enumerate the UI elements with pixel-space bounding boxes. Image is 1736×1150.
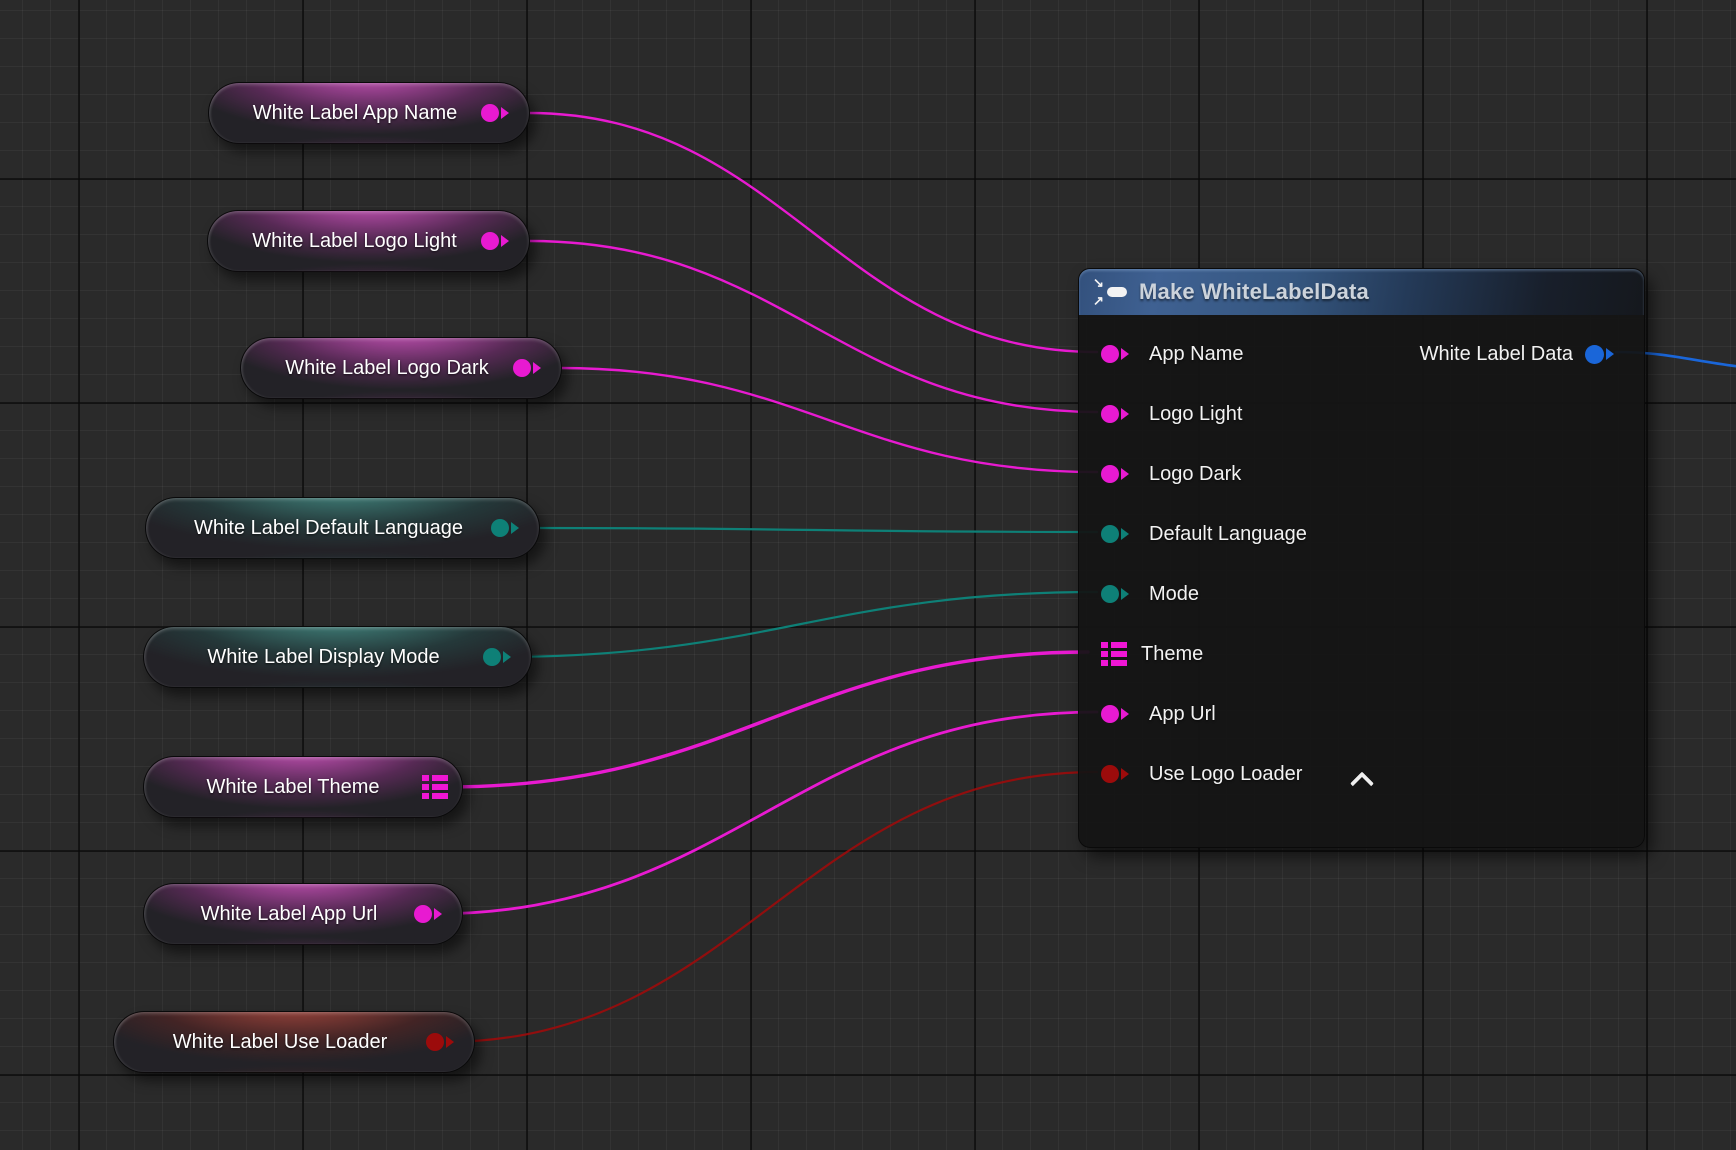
variable-get-node-logo-dark[interactable]: White Label Logo Dark [240, 337, 562, 399]
struct-pin-icon [1101, 642, 1127, 666]
pin-dot-icon [1101, 705, 1119, 723]
node-title: Make WhiteLabelData [1139, 279, 1369, 305]
pin-arrow-icon [1121, 708, 1135, 720]
variable-get-node-display-mode[interactable]: White Label Display Mode [143, 626, 532, 688]
pin-dot-icon [513, 359, 531, 377]
make-whitelabeldata-node[interactable]: ↘ ↗ Make WhiteLabelData App Name Logo Li… [1078, 268, 1645, 848]
pin-arrow-icon [1121, 588, 1135, 600]
input-pin-row: App Url [1079, 684, 1644, 744]
pin-label: Use Logo Loader [1149, 763, 1302, 786]
pin-arrow-icon [501, 235, 515, 247]
output-pin-white-label-data[interactable] [1585, 345, 1620, 364]
pin-arrow-icon [1121, 408, 1135, 420]
input-pin-default-language[interactable] [1101, 525, 1135, 543]
pin-arrow-icon [1121, 348, 1135, 360]
wire-default-language[interactable] [537, 528, 1097, 532]
pin-dot-icon [1101, 345, 1119, 363]
input-pin-row: Logo Dark [1079, 444, 1644, 504]
pin-arrow-icon [434, 908, 448, 920]
wire-use-loader[interactable] [444, 772, 1097, 1042]
variable-get-node-default-language[interactable]: White Label Default Language [145, 497, 540, 559]
wire-display-mode[interactable] [500, 592, 1097, 657]
variable-get-node-app-url[interactable]: White Label App Url [143, 883, 463, 945]
struct-output-pin[interactable] [422, 775, 448, 799]
variable-get-node-theme[interactable]: White Label Theme [143, 756, 463, 818]
input-pin-row: Default Language [1079, 504, 1644, 564]
variable-name: White Label Default Language [166, 517, 491, 540]
pin-dot-icon [1101, 465, 1119, 483]
pin-arrow-icon [511, 522, 525, 534]
capsule-icon [1107, 287, 1127, 297]
arrow-in-icon: ↘ [1093, 278, 1104, 288]
input-pin-row: Logo Light [1079, 384, 1644, 444]
input-pin-logo-dark[interactable] [1101, 465, 1135, 483]
input-pin-row: Mode [1079, 564, 1644, 624]
arrow-in-icon: ↗ [1093, 296, 1104, 306]
pin-arrow-icon [1121, 468, 1135, 480]
variable-name: White Label Display Mode [164, 646, 483, 669]
pin-dot-icon [414, 905, 432, 923]
pin-label: White Label Data [1420, 343, 1573, 366]
pin-label: Mode [1149, 583, 1199, 606]
pin-dot-icon [491, 519, 509, 537]
input-pin-theme[interactable] [1101, 642, 1127, 666]
input-pin-app-url[interactable] [1101, 705, 1135, 723]
pin-arrow-icon [446, 1036, 460, 1048]
pin-dot-icon [1101, 765, 1119, 783]
node-body: App Name Logo Light Logo Dark Default La… [1079, 315, 1644, 804]
variable-get-node-logo-light[interactable]: White Label Logo Light [207, 210, 530, 272]
pin-label: App Name [1149, 343, 1244, 366]
pin-label: Theme [1141, 643, 1203, 666]
input-pin-app-name[interactable] [1101, 345, 1135, 363]
pin-dot-icon [1101, 405, 1119, 423]
input-pin-mode[interactable] [1101, 585, 1135, 603]
pin-arrow-icon [1121, 528, 1135, 540]
pin-dot-icon [1101, 525, 1119, 543]
variable-name: White Label Logo Light [228, 230, 481, 253]
make-struct-icon: ↘ ↗ [1093, 277, 1129, 307]
enum-output-pin[interactable] [483, 648, 517, 666]
variable-get-node-use-loader[interactable]: White Label Use Loader [113, 1011, 475, 1073]
struct-pin-icon [422, 775, 448, 799]
variable-name: White Label Theme [164, 776, 422, 799]
variable-name: White Label App Url [164, 903, 414, 926]
pin-label: App Url [1149, 703, 1216, 726]
pin-dot-icon [1101, 585, 1119, 603]
bool-output-pin[interactable] [426, 1033, 460, 1051]
pin-arrow-icon [1121, 768, 1135, 780]
string-output-pin[interactable] [481, 232, 515, 250]
variable-name: White Label App Name [229, 102, 481, 125]
pin-dot-icon [481, 104, 499, 122]
variable-name: White Label Logo Dark [261, 357, 513, 380]
pin-arrow-icon [533, 362, 547, 374]
input-pin-row: Theme [1079, 624, 1644, 684]
pin-label: Logo Light [1149, 403, 1242, 426]
input-pin-logo-light[interactable] [1101, 405, 1135, 423]
wire-app-name[interactable] [529, 113, 1097, 352]
pin-arrow-icon [501, 107, 515, 119]
pin-label: Default Language [1149, 523, 1307, 546]
pin-label: Logo Dark [1149, 463, 1241, 486]
wire-theme[interactable] [447, 652, 1088, 787]
wire-logo-light[interactable] [530, 241, 1097, 412]
pin-dot-icon [483, 648, 501, 666]
string-output-pin[interactable] [513, 359, 547, 377]
pin-dot-icon [1585, 345, 1604, 364]
pin-arrow-icon [1606, 348, 1620, 360]
input-pin-use-logo-loader[interactable] [1101, 765, 1135, 783]
string-output-pin[interactable] [481, 104, 515, 122]
pin-arrow-icon [503, 651, 517, 663]
string-output-pin[interactable] [414, 905, 448, 923]
enum-output-pin[interactable] [491, 519, 525, 537]
pin-dot-icon [481, 232, 499, 250]
wire-app-url[interactable] [432, 712, 1097, 914]
variable-name: White Label Use Loader [134, 1031, 426, 1054]
pin-dot-icon [426, 1033, 444, 1051]
blueprint-graph-canvas[interactable]: White Label App Name White Label Logo Li… [0, 0, 1736, 1150]
node-header[interactable]: ↘ ↗ Make WhiteLabelData [1079, 269, 1644, 315]
variable-get-node-app-name[interactable]: White Label App Name [208, 82, 530, 144]
output-pin-row: White Label Data [1420, 324, 1620, 384]
wire-logo-dark[interactable] [560, 368, 1097, 472]
